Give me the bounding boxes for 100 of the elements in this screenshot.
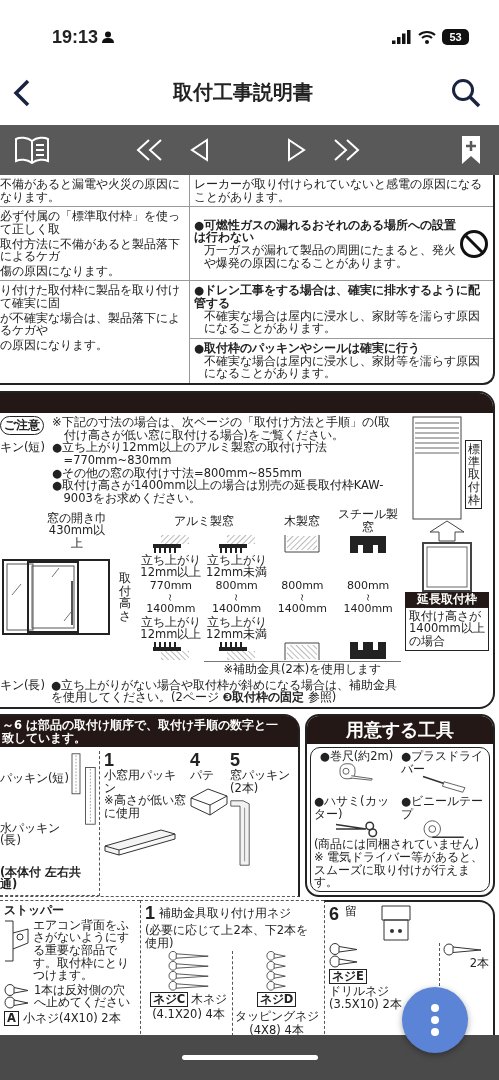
warning-text: り付けた取付枠に製品を取り付けて確実に固 (0, 284, 181, 310)
aluminum-frame-profile-icon (150, 534, 191, 553)
part-number: 5 (230, 751, 240, 770)
part-note: エアコン背面をふさがないようにする重要な部品です。取付枠にとりつけます。 (33, 918, 130, 982)
wifi-icon (418, 30, 436, 44)
warning-text: 不確実な場合は屋内に浸水し、家財等を濡らす原因になることがあります。 (204, 354, 481, 380)
note-text: ●その他の窓の取付け寸法=800mm~855mm (52, 466, 302, 480)
previous-page-button[interactable] (189, 137, 209, 163)
range-separator: ～ (296, 591, 309, 603)
tool-label: ●ハサミ(カッター) (314, 795, 390, 821)
warning-text: 傷の原因になります。 (0, 264, 121, 278)
rise-label: 立ち上がり12mm未満 (205, 615, 269, 641)
part-number: 6 (329, 905, 339, 923)
note-text: ●立ち上がりがない場合や取付枠が斜めになる場合は、補助金具を使用してください。(2ページ ❸取付枠の固定 参照) (51, 678, 399, 704)
wood-frame-profile-icon (282, 534, 323, 553)
frame-label: 標準取付枠 (464, 439, 483, 510)
steel-frame-profile-icon (348, 641, 389, 660)
putty-block-icon (190, 787, 228, 816)
more-options-button[interactable] (402, 987, 468, 1053)
clock-time: 19:13 (52, 26, 99, 48)
rise-label: 立ち上がり12mm未満 (205, 553, 269, 579)
add-bookmark-button[interactable] (461, 135, 481, 165)
range-max: 1400mm (146, 603, 196, 615)
range-min: 770mm (149, 580, 193, 592)
part-label: 補助金具取り付け用ネジ (159, 906, 291, 920)
warning-text: 不備があると漏電や火災の原因になります。 (0, 178, 181, 204)
aluminum-frame-profile-icon (216, 534, 257, 553)
book-button[interactable] (14, 135, 50, 165)
rise-label: 立ち上がり12mm以上 (139, 615, 203, 641)
tool-label: ●巻尺(約2m) (319, 749, 394, 763)
tape-roll-icon (423, 820, 464, 839)
lock-bracket-icon (379, 905, 413, 941)
tool-label: ●プラスドライバー (401, 749, 485, 776)
small-screws-icon (4, 983, 30, 1009)
wood-frame-profile-icon (282, 641, 323, 660)
note-text: ●取付け高さが1400mm以上の場合は別売の延長取付枠KAW-9003をお求めください。 (52, 479, 385, 505)
part-label: パッキン(短) (0, 771, 70, 785)
warning-text: の原因になります。 (0, 339, 109, 352)
part-label: (4X8) 4本 (249, 1023, 304, 1035)
part-note: 1本は反対側の穴へ止めてください (34, 983, 131, 1010)
next-page-button[interactable] (287, 137, 307, 163)
part-number: 4 (190, 751, 200, 770)
width-label: 窓の開き巾430mm以上 (46, 511, 108, 550)
search-button[interactable] (451, 77, 481, 108)
screw-tag: ネジE (329, 969, 367, 984)
part-note: (必要に応じて上2本、下2本を使用) (145, 924, 310, 950)
part-label: キン(長) (0, 678, 45, 692)
range-separator: ～ (230, 591, 243, 603)
up-arrow-icon (427, 519, 467, 542)
person-icon (102, 31, 115, 43)
range-min: 800mm (281, 580, 324, 592)
screw-tag: A (4, 1011, 19, 1026)
part-label: ストッパー (4, 904, 65, 917)
scissors-icon (334, 820, 379, 839)
warning-heading: ●取付枠のパッキンやシールは確実に行う (194, 342, 421, 355)
part-label: 窓パッキン(2本) (230, 769, 291, 795)
part-label: 木ネジ (191, 993, 228, 1006)
vertical-dots-icon (430, 1003, 440, 1037)
page-title: 取付工事説明書 (172, 79, 313, 106)
tapping-screws-icon (266, 951, 287, 992)
signal-icon (392, 30, 412, 44)
extension-frame-drawing (422, 541, 472, 592)
frame-label: 延長取付枠 (405, 591, 489, 607)
tools-note: (商品には同梱されていません) (314, 838, 480, 852)
last-page-button[interactable] (333, 137, 361, 163)
aluminum-frame-profile-icon (150, 641, 191, 660)
tools-footnote: ※ 電気ドライバー等があると、スムーズに取り付けが行えます。 (314, 851, 485, 889)
first-page-button[interactable] (135, 137, 163, 163)
aluminum-frame-profile-icon (216, 641, 257, 660)
battery-level: 53 (442, 29, 469, 45)
screw-icon (443, 943, 484, 956)
frame-type-label: 木製窓 (284, 514, 321, 528)
part-label: キン(短) (0, 440, 45, 454)
part-label: 小窓用パッキン (104, 769, 176, 795)
part-note: ※高さが低い窓に使用 (104, 794, 186, 820)
frame-type-label: スチール製窓 (337, 508, 400, 534)
range-max: 1400mm (211, 603, 262, 615)
frame-type-label: アルミ製窓 (173, 514, 234, 528)
steel-frame-profile-icon (348, 534, 389, 553)
range-max: 1400mm (343, 603, 393, 615)
part-number: 1 (104, 751, 114, 770)
tools-title: 用意する工具 (307, 715, 493, 744)
warning-text: が不確実な場合は、製品落下によるケガや (0, 311, 181, 338)
gasket-strip-icon (230, 800, 250, 867)
part-label: (3.5X10) 2本 (329, 998, 402, 1011)
warning-heading: ●ドレン工事をする場合は、確実に排水するように配管する (194, 284, 482, 310)
warning-text: 取付方法に不備があると製品落下によるケガ (0, 237, 181, 263)
rise-label: 立ち上がり12mm以上 (139, 553, 203, 579)
warning-text: 必ず付属の「標準取付枠」を使って正しく取 (0, 210, 181, 236)
part-note: (本体付 左右共通) (0, 865, 83, 891)
part-label: 留 (345, 905, 357, 918)
range-separator: ～ (165, 591, 177, 603)
warning-text: 万一ガスが漏れて製品の周囲にたまると、発火や爆発の原因になることがあります。 (204, 243, 457, 270)
part-label: タッピングネジ (234, 1009, 319, 1023)
part-label: 小ネジ(4X10) 2本 (22, 1012, 121, 1025)
range-min: 800mm (215, 580, 258, 592)
part-label: パテ (190, 769, 215, 782)
part-label: 水パッキン(長) (0, 821, 61, 848)
part-label: 2本 (469, 957, 489, 970)
note-text: ●立ち上がり12mm以上のアルミ製窓の取付け寸法=770mm~830mm (52, 441, 329, 467)
